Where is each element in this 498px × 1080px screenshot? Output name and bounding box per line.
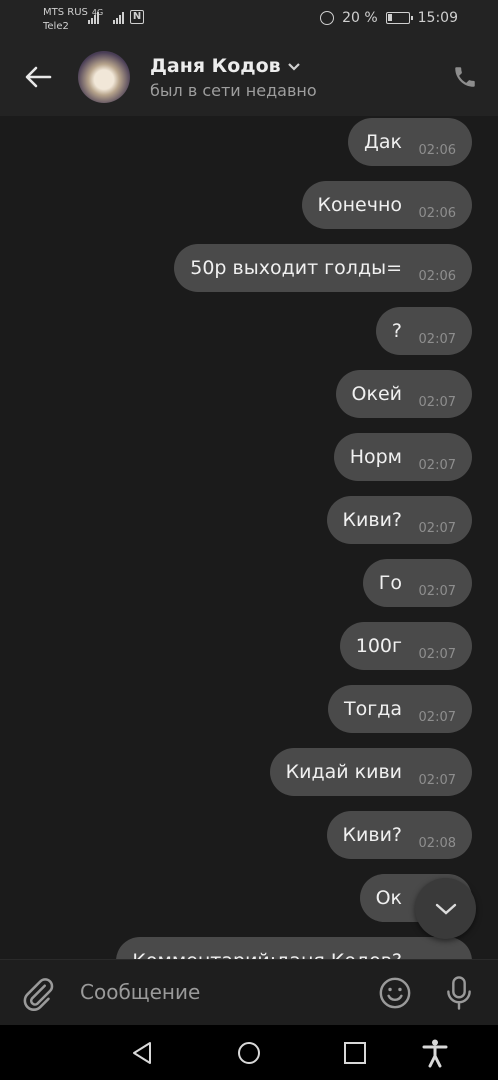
contact-status: был в сети недавно [150,80,317,100]
message-text: ? [391,320,402,342]
message-time: 02:07 [418,584,456,599]
smile-icon [379,977,411,1009]
nfc-icon: N [130,10,144,24]
message-text: 100г [355,635,402,657]
message-text: Ок [375,887,402,909]
nav-recents-button[interactable] [340,1038,370,1068]
signal-icon [113,10,124,24]
message-bubble[interactable]: Кидай киви 02:07 [269,748,472,796]
voice-button[interactable] [442,974,476,1012]
message-time: 02:07 [418,773,456,788]
message-text: Конечно [317,194,403,216]
message-bubble[interactable]: ? 02:07 [375,307,472,355]
paperclip-icon [23,978,54,1011]
battery-icon [385,12,413,24]
contact-info[interactable]: Даня Кодов был в сети недавно [150,55,317,100]
circle-home-icon [238,1042,260,1064]
attach-button[interactable] [20,976,56,1012]
message-time: 02:06 [418,206,456,221]
arrow-left-icon [25,66,52,88]
message-text: Киви? [342,509,402,531]
message-bubble[interactable]: Конечно 02:06 [301,181,472,229]
message-composer: Сообщение [0,959,498,1025]
message-bubble[interactable]: Окей 02:07 [335,370,472,418]
nav-back-button[interactable] [128,1038,158,1068]
message-bubble[interactable]: Го 02:07 [362,559,472,607]
microphone-icon [447,976,471,1010]
chat-header: Даня Кодов был в сети недавно [0,38,498,116]
message-time: 02:07 [418,395,456,410]
message-time: 02:07 [418,332,456,347]
message-time: 02:07 [418,710,456,725]
signal-icon [88,10,99,24]
message-time: 02:08 [418,836,456,851]
message-text: Киви? [342,824,402,846]
message-time: 02:07 [418,521,456,536]
carrier-1: MTS RUS [43,7,88,18]
signal-icons: N [88,10,144,24]
clock: 15:09 [417,10,458,26]
message-list[interactable]: Дак 02:06 Конечно 02:06 50р выходит голды= 02… [0,116,498,959]
avatar[interactable] [78,51,130,103]
message-bubble[interactable]: Комментарий:даня Кодов? [116,937,472,959]
message-bubble[interactable]: Киви? 02:08 [326,811,472,859]
back-button[interactable] [0,38,76,116]
message-time: 02:07 [418,647,456,662]
nav-home-button[interactable] [234,1038,264,1068]
accessibility-button[interactable] [420,1038,450,1068]
call-button[interactable] [452,64,478,90]
message-bubble[interactable]: 100г 02:07 [339,622,472,670]
message-bubble[interactable]: 50р выходит голды= 02:06 [174,244,472,292]
scroll-down-button[interactable] [415,878,476,939]
message-time: 02:07 [418,458,456,473]
phone-icon [455,67,475,87]
message-bubble[interactable]: Норм 02:07 [333,433,472,481]
message-text: 50р выходит голды= [190,257,402,279]
square-recents-icon [344,1042,366,1064]
message-text: Тогда [344,698,402,720]
message-text: Комментарий:даня Кодов? [132,950,402,959]
emoji-button[interactable] [378,976,412,1010]
message-input[interactable]: Сообщение [80,980,200,1004]
message-text: Го [378,572,402,594]
message-text: Окей [351,383,402,405]
system-nav-bar [0,1025,498,1080]
message-time: 02:06 [418,143,456,158]
status-bar: MTS RUS4G Tele2 N 20 % 15:09 [0,0,498,38]
alarm-icon [320,11,335,25]
contact-name: Даня Кодов [150,54,281,77]
message-bubble[interactable]: Тогда 02:07 [328,685,472,733]
message-text: Дак [364,131,402,153]
message-time: 02:06 [418,269,456,284]
status-right: 20 % 15:09 [320,10,458,26]
message-bubble[interactable]: Киви? 02:07 [326,496,472,544]
battery-percent: 20 % [342,10,378,26]
accessibility-icon [422,1039,448,1068]
chevron-down-icon [435,903,456,915]
message-text: Кидай киви [285,761,402,783]
message-bubble[interactable]: Дак 02:06 [348,118,472,166]
chevron-down-icon [287,62,300,71]
triangle-back-icon [133,1042,151,1064]
message-text: Норм [349,446,402,468]
